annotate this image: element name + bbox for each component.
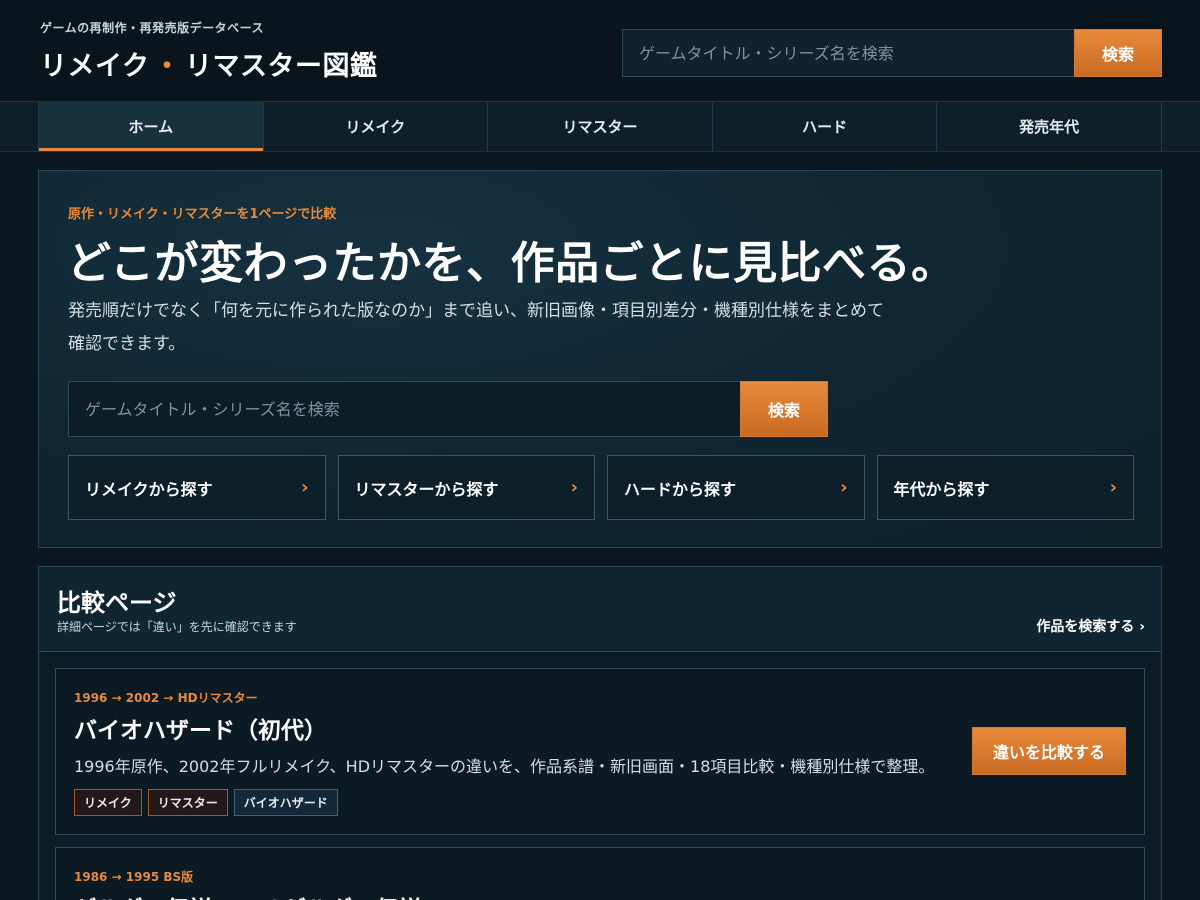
site-header: ゲームの再制作・再発売版データベース リメイク・リマスター図鑑 検索 (0, 0, 1200, 102)
site-logo[interactable]: リメイク・リマスター図鑑 (40, 44, 377, 83)
tag-remake[interactable]: リメイク (74, 789, 142, 816)
quick-link-era[interactable]: 年代から探す › (876, 455, 1134, 520)
comparison-header: 比較ページ 詳細ページでは「違い」を先に確認できます 作品を検索する › (39, 567, 1161, 652)
tag-remaster[interactable]: リマスター (147, 789, 228, 816)
hero-search-button[interactable]: 検索 (740, 381, 828, 437)
comparison-card: 1996 → 2002 → HDリマスター バイオハザード（初代） 1996年原… (55, 668, 1145, 835)
hero-title: どこが変わったかを、作品ごとに見比べる。 (67, 238, 956, 289)
card-title[interactable]: ゼルダの伝説 → BSゼルダの伝説 (74, 890, 421, 900)
hero-search-input[interactable] (68, 381, 740, 437)
card-title[interactable]: バイオハザード（初代） (74, 711, 327, 745)
chevron-right-icon: › (840, 477, 848, 498)
quick-links: リメイクから探す › リマスターから探す › ハードから探す › 年代から探す … (68, 455, 1134, 520)
nav-tab-remake[interactable]: リメイク (264, 102, 489, 151)
hero-panel: 原作・リメイク・リマスターを1ページで比較 どこが変わったかを、作品ごとに見比べ… (38, 170, 1162, 548)
nav-tab-remaster[interactable]: リマスター (488, 102, 713, 151)
quick-link-label: ハードから探す (624, 479, 737, 499)
quick-link-label: リメイクから探す (85, 479, 213, 499)
card-tags: リメイク リマスター バイオハザード (74, 789, 338, 816)
quick-link-remake[interactable]: リメイクから探す › (68, 455, 326, 520)
chevron-right-icon: › (570, 477, 578, 498)
tag-series[interactable]: バイオハザード (233, 789, 338, 816)
header-search-input[interactable] (622, 29, 1074, 77)
quick-link-remaster[interactable]: リマスターから探す › (337, 455, 595, 520)
hero-search: 検索 (68, 381, 828, 437)
header-search-button[interactable]: 検索 (1074, 29, 1162, 77)
hero-eyebrow: 原作・リメイク・リマスターを1ページで比較 (68, 207, 337, 222)
nav-tab-release-era[interactable]: 発売年代 (937, 102, 1162, 151)
comparison-section: 比較ページ 詳細ページでは「違い」を先に確認できます 作品を検索する › 199… (38, 566, 1162, 900)
main-nav: ホーム リメイク リマスター ハード 発売年代 (0, 102, 1200, 152)
nav-tab-home[interactable]: ホーム (39, 102, 264, 151)
card-timeline: 1996 → 2002 → HDリマスター (74, 691, 258, 705)
comparison-card: 1986 → 1995 BS版 ゼルダの伝説 → BSゼルダの伝説 (55, 847, 1145, 900)
search-works-link[interactable]: 作品を検索する › (1036, 616, 1145, 636)
quick-link-label: 年代から探す (893, 479, 990, 499)
comparison-title: 比較ページ (57, 588, 177, 617)
compare-differences-button[interactable]: 違いを比較する (972, 727, 1126, 775)
card-timeline: 1986 → 1995 BS版 (74, 870, 194, 884)
nav-tab-hardware[interactable]: ハード (713, 102, 938, 151)
comparison-subtitle: 詳細ページでは「違い」を先に確認できます (57, 620, 297, 634)
hero-description: 発売順だけでなく「何を元に作られた版なのか」まで追い、新旧画像・項目別差分・機種… (68, 301, 884, 354)
card-description: 1996年原作、2002年フルリメイク、HDリマスターの違いを、作品系譜・新旧画… (74, 757, 935, 776)
header-search: 検索 (622, 29, 1162, 77)
quick-link-hardware[interactable]: ハードから探す › (607, 455, 865, 520)
site-title-part1: リメイク (40, 51, 150, 82)
chevron-right-icon: › (301, 477, 309, 498)
quick-link-label: リマスターから探す (354, 479, 499, 499)
site-title-part2: リマスター図鑑 (184, 51, 378, 82)
site-tagline: ゲームの再制作・再発売版データベース (40, 21, 265, 35)
chevron-right-icon: › (1109, 477, 1117, 498)
site-title-dot: ・ (153, 51, 181, 82)
